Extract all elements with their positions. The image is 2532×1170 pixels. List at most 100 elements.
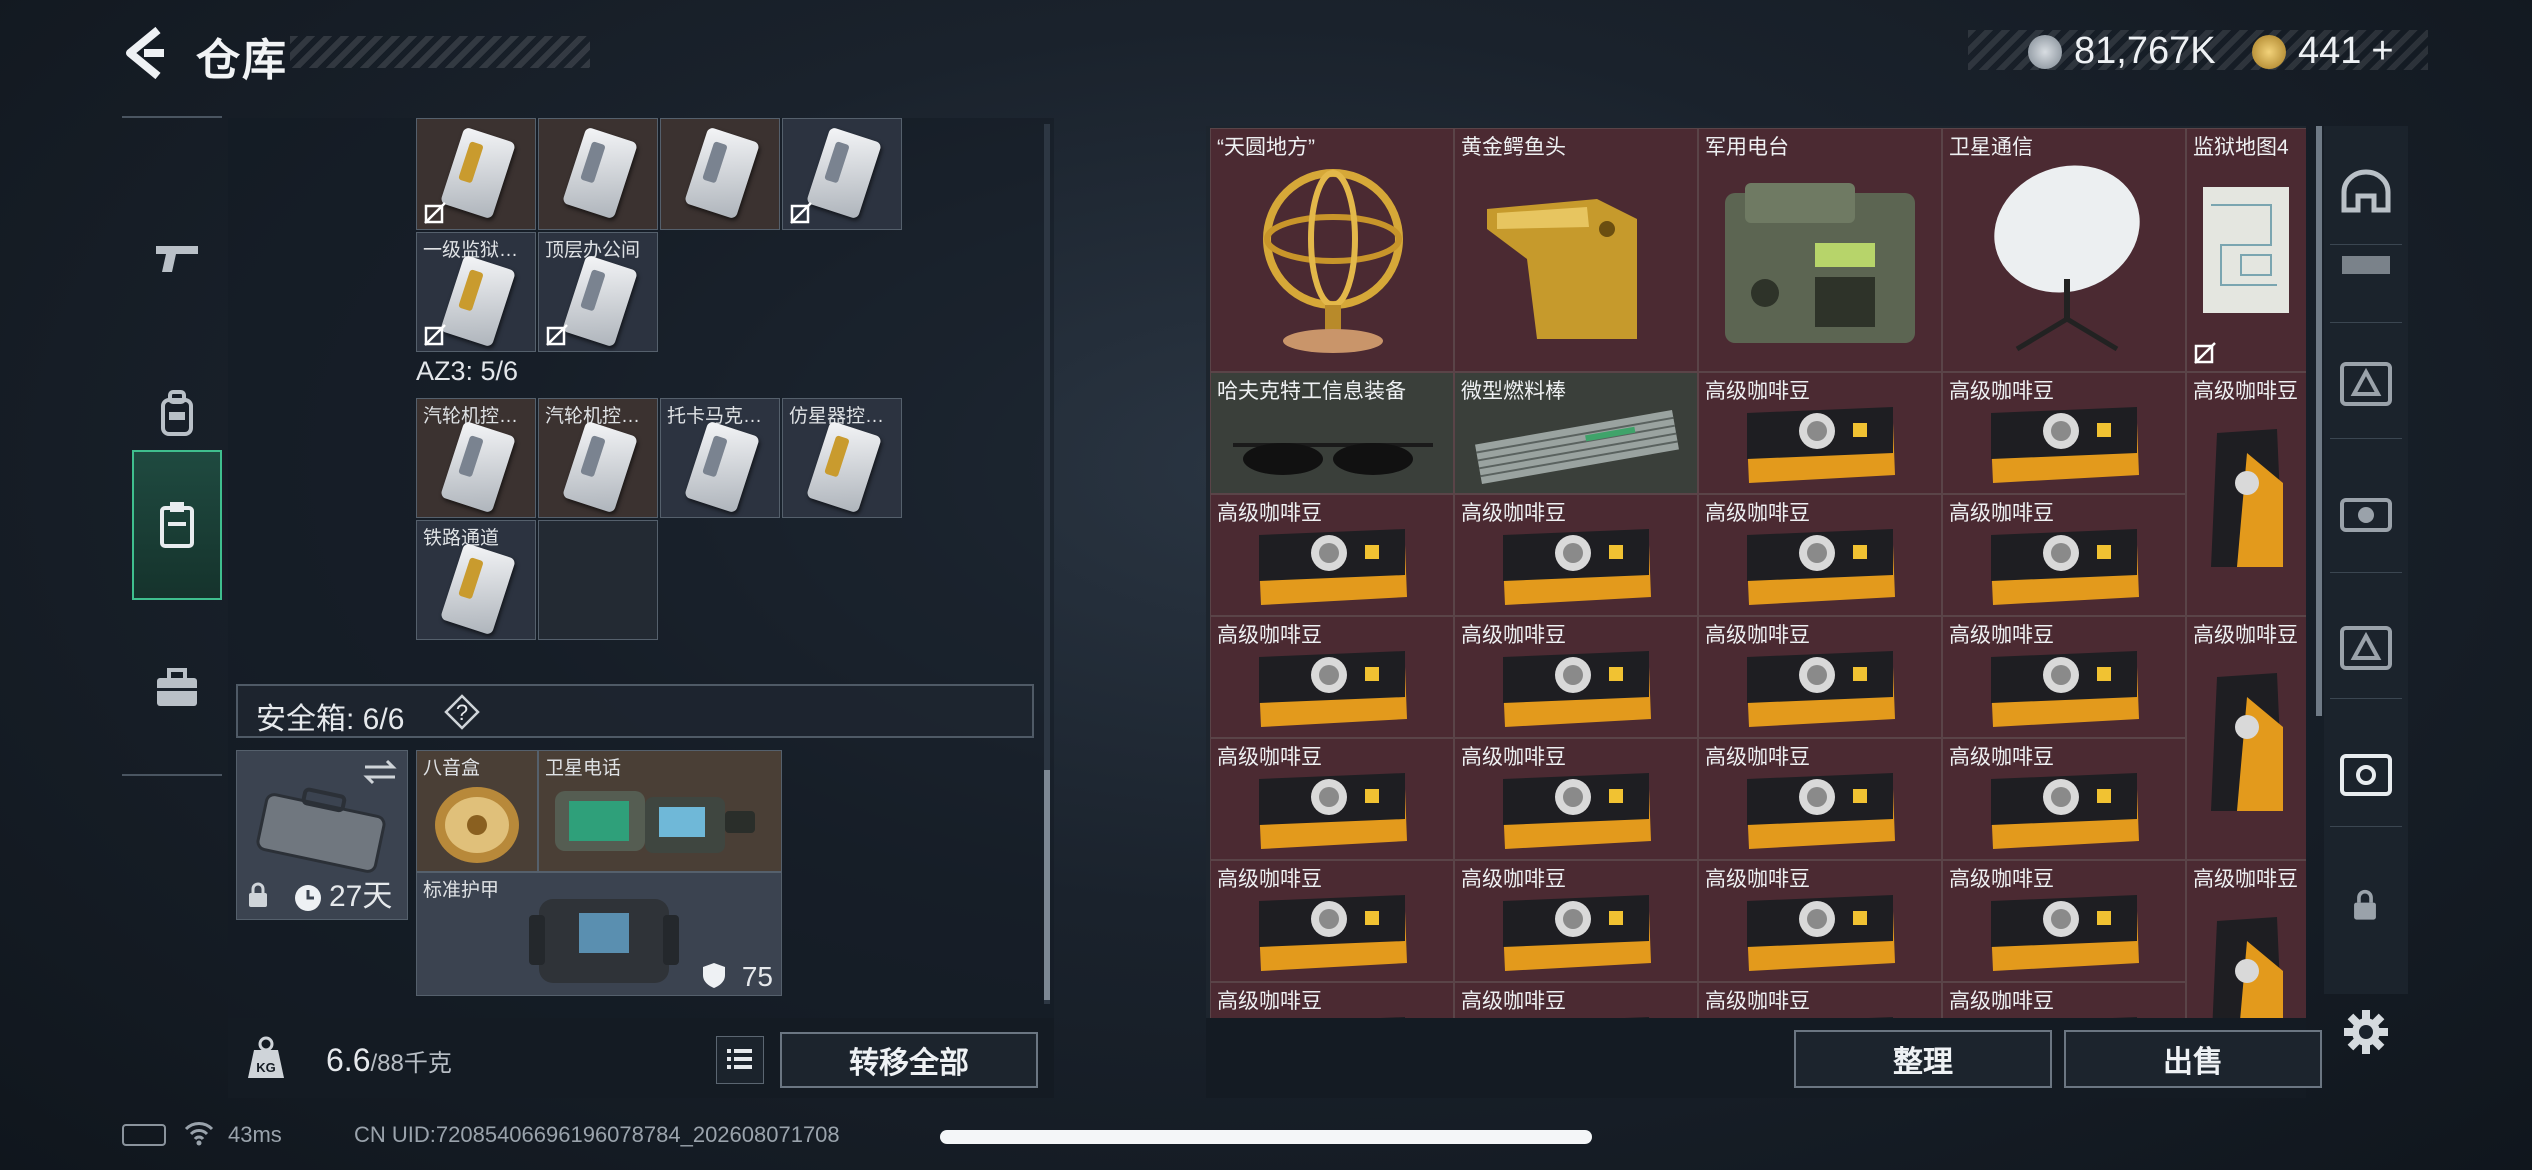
chest-rig-1-icon[interactable] bbox=[2338, 356, 2394, 412]
key-slot[interactable]: 顶层办公间 bbox=[538, 232, 658, 352]
backpack-icon bbox=[161, 390, 193, 436]
item-name: 顶层办公间 bbox=[545, 240, 641, 261]
storage-item[interactable]: 高级咖啡豆 bbox=[1698, 372, 1942, 494]
silver-amount: 81,767K bbox=[2074, 30, 2216, 72]
storage-item[interactable]: 微型燃料棒 bbox=[1454, 372, 1698, 494]
home-indicator[interactable] bbox=[940, 1130, 1592, 1144]
storage-item[interactable]: 高级咖啡豆 bbox=[2186, 860, 2306, 1018]
music-box-slot[interactable]: 八音盒 bbox=[416, 750, 538, 872]
storage-item[interactable]: 监狱地图4 bbox=[2186, 128, 2306, 372]
storage-item[interactable]: 高级咖啡豆 bbox=[1942, 616, 2186, 738]
chest-rig-2-icon[interactable] bbox=[2338, 486, 2394, 542]
storage-item[interactable]: 黄金鳄鱼头 bbox=[1454, 128, 1698, 372]
nav-storage[interactable] bbox=[132, 450, 222, 600]
no-drop-icon bbox=[2194, 342, 2216, 364]
storage-item[interactable]: 高级咖啡豆 bbox=[1454, 738, 1698, 860]
nav-weapon[interactable] bbox=[132, 188, 222, 328]
storage-item[interactable]: 高级咖啡豆 bbox=[1942, 494, 2186, 616]
item-name: 高级咖啡豆 bbox=[1949, 502, 2054, 525]
storage-item[interactable]: 高级咖啡豆 bbox=[1210, 738, 1454, 860]
storage-item[interactable]: 高级咖啡豆 bbox=[1454, 494, 1698, 616]
fuel-rod-image bbox=[1475, 409, 1679, 485]
helmet-icon[interactable] bbox=[2338, 166, 2394, 222]
az3-slot[interactable]: 仿星器控… bbox=[782, 398, 902, 518]
no-drop-icon bbox=[790, 202, 812, 224]
storage-item[interactable]: 高级咖啡豆 bbox=[1942, 372, 2186, 494]
storage-scrollbar[interactable] bbox=[2316, 126, 2322, 716]
safe-case-duration: 27天 bbox=[329, 880, 393, 913]
az3-slot[interactable]: 托卡马克… bbox=[660, 398, 780, 518]
safe-case-slot[interactable]: 27天 bbox=[236, 750, 408, 920]
coffee-bag-image bbox=[1991, 895, 2139, 971]
battery-icon bbox=[122, 1124, 166, 1146]
armor-vest-icon[interactable] bbox=[2338, 250, 2394, 280]
toolbox-icon bbox=[157, 668, 197, 706]
storage-item[interactable]: 高级咖啡豆 bbox=[1210, 860, 1454, 982]
storage-item[interactable]: 高级咖啡豆 bbox=[1210, 494, 1454, 616]
separator bbox=[2330, 438, 2402, 439]
storage-item[interactable]: 高级咖啡豆 bbox=[1942, 982, 2186, 1018]
item-name: 高级咖啡豆 bbox=[1217, 624, 1322, 647]
storage-item[interactable]: 高级咖啡豆 bbox=[1454, 616, 1698, 738]
sort-button[interactable]: 整理 bbox=[1794, 1030, 2052, 1088]
golden-croc-head-image bbox=[1487, 199, 1637, 339]
storage-item[interactable]: 高级咖啡豆 bbox=[1210, 982, 1454, 1018]
storage-item[interactable]: 高级咖啡豆 bbox=[1698, 982, 1942, 1018]
storage-item[interactable]: 高级咖啡豆 bbox=[1454, 982, 1698, 1018]
storage-item[interactable]: 高级咖啡豆 bbox=[1698, 738, 1942, 860]
armor-slot[interactable]: 标准护甲 75 bbox=[416, 872, 782, 996]
storage-item[interactable]: 军用电台 bbox=[1698, 128, 1942, 372]
coffee-bag-image bbox=[1259, 895, 1407, 971]
nav-toolbox[interactable] bbox=[132, 618, 222, 758]
key-slot[interactable]: 一级监狱… bbox=[416, 232, 536, 352]
sell-button[interactable]: 出售 bbox=[2064, 1030, 2322, 1088]
keycard-image bbox=[439, 126, 517, 220]
add-currency-button[interactable]: + bbox=[2371, 30, 2393, 73]
storage-item[interactable]: 高级咖啡豆 bbox=[1942, 860, 2186, 982]
storage-item[interactable]: 高级咖啡豆 bbox=[1210, 616, 1454, 738]
lock-icon bbox=[2354, 889, 2376, 920]
coffee-bag-image bbox=[1259, 773, 1407, 849]
back-button[interactable] bbox=[118, 22, 174, 84]
swap-icon[interactable] bbox=[363, 759, 397, 785]
item-name: 高级咖啡豆 bbox=[1705, 746, 1810, 769]
storage-item[interactable]: “天圆地方” bbox=[1210, 128, 1454, 372]
settings-gear-icon[interactable] bbox=[2342, 1008, 2390, 1056]
silver-currency: 81,767K bbox=[2028, 30, 2216, 73]
transfer-all-button[interactable]: 转移全部 bbox=[780, 1032, 1038, 1088]
music-box-image bbox=[435, 787, 519, 863]
storage-item[interactable]: 高级咖啡豆 bbox=[1698, 860, 1942, 982]
az3-empty-slot[interactable] bbox=[538, 520, 658, 640]
item-name: 高级咖啡豆 bbox=[1949, 746, 2054, 769]
storage-item[interactable]: 高级咖啡豆 bbox=[2186, 372, 2306, 616]
key-slot[interactable] bbox=[416, 118, 536, 230]
storage-item[interactable]: 高级咖啡豆 bbox=[1698, 616, 1942, 738]
ping-text: 43ms bbox=[228, 1122, 282, 1147]
help-icon[interactable]: ? bbox=[444, 694, 480, 730]
az3-slot[interactable]: 铁路通道 bbox=[416, 520, 536, 640]
storage-item[interactable]: 卫星通信 bbox=[1942, 128, 2186, 372]
backpack-3-icon[interactable] bbox=[2338, 620, 2394, 676]
safe-box-grid: 八音盒 卫星电话 标准护甲 75 bbox=[416, 750, 786, 996]
item-name: 高级咖啡豆 bbox=[1705, 380, 1810, 403]
loadout-scroll-thumb[interactable] bbox=[1044, 770, 1050, 1000]
weight-max: /88千克 bbox=[370, 1050, 452, 1077]
satellite-phone-slot[interactable]: 卫星电话 bbox=[538, 750, 782, 872]
key-slot[interactable] bbox=[538, 118, 658, 230]
az3-slot[interactable]: 汽轮机控… bbox=[416, 398, 536, 518]
safe-box-header: 安全箱: 6/6 ? bbox=[236, 684, 1034, 738]
keycard-image bbox=[439, 420, 517, 514]
key-slot[interactable] bbox=[660, 118, 780, 230]
storage-item[interactable]: 高级咖啡豆 bbox=[1942, 738, 2186, 860]
storage-item[interactable]: 高级咖啡豆 bbox=[2186, 616, 2306, 860]
coffee-bag-image bbox=[1747, 651, 1895, 727]
safe-case-icon[interactable] bbox=[2338, 746, 2394, 802]
storage-item[interactable]: 高级咖啡豆 bbox=[1698, 494, 1942, 616]
az3-slot[interactable]: 汽轮机控… bbox=[538, 398, 658, 518]
list-view-button[interactable] bbox=[716, 1036, 764, 1084]
key-slot[interactable] bbox=[782, 118, 902, 230]
storage-item[interactable]: 哈夫克特工信息装备 bbox=[1210, 372, 1454, 494]
gold-currency: 441 + bbox=[2252, 30, 2394, 73]
storage-grid: “天圆地方” 黄金鳄鱼头 军用电台 卫星通信 监狱地图4 哈夫克特工信息装备 微… bbox=[1206, 126, 2306, 1018]
storage-item[interactable]: 高级咖啡豆 bbox=[1454, 860, 1698, 982]
